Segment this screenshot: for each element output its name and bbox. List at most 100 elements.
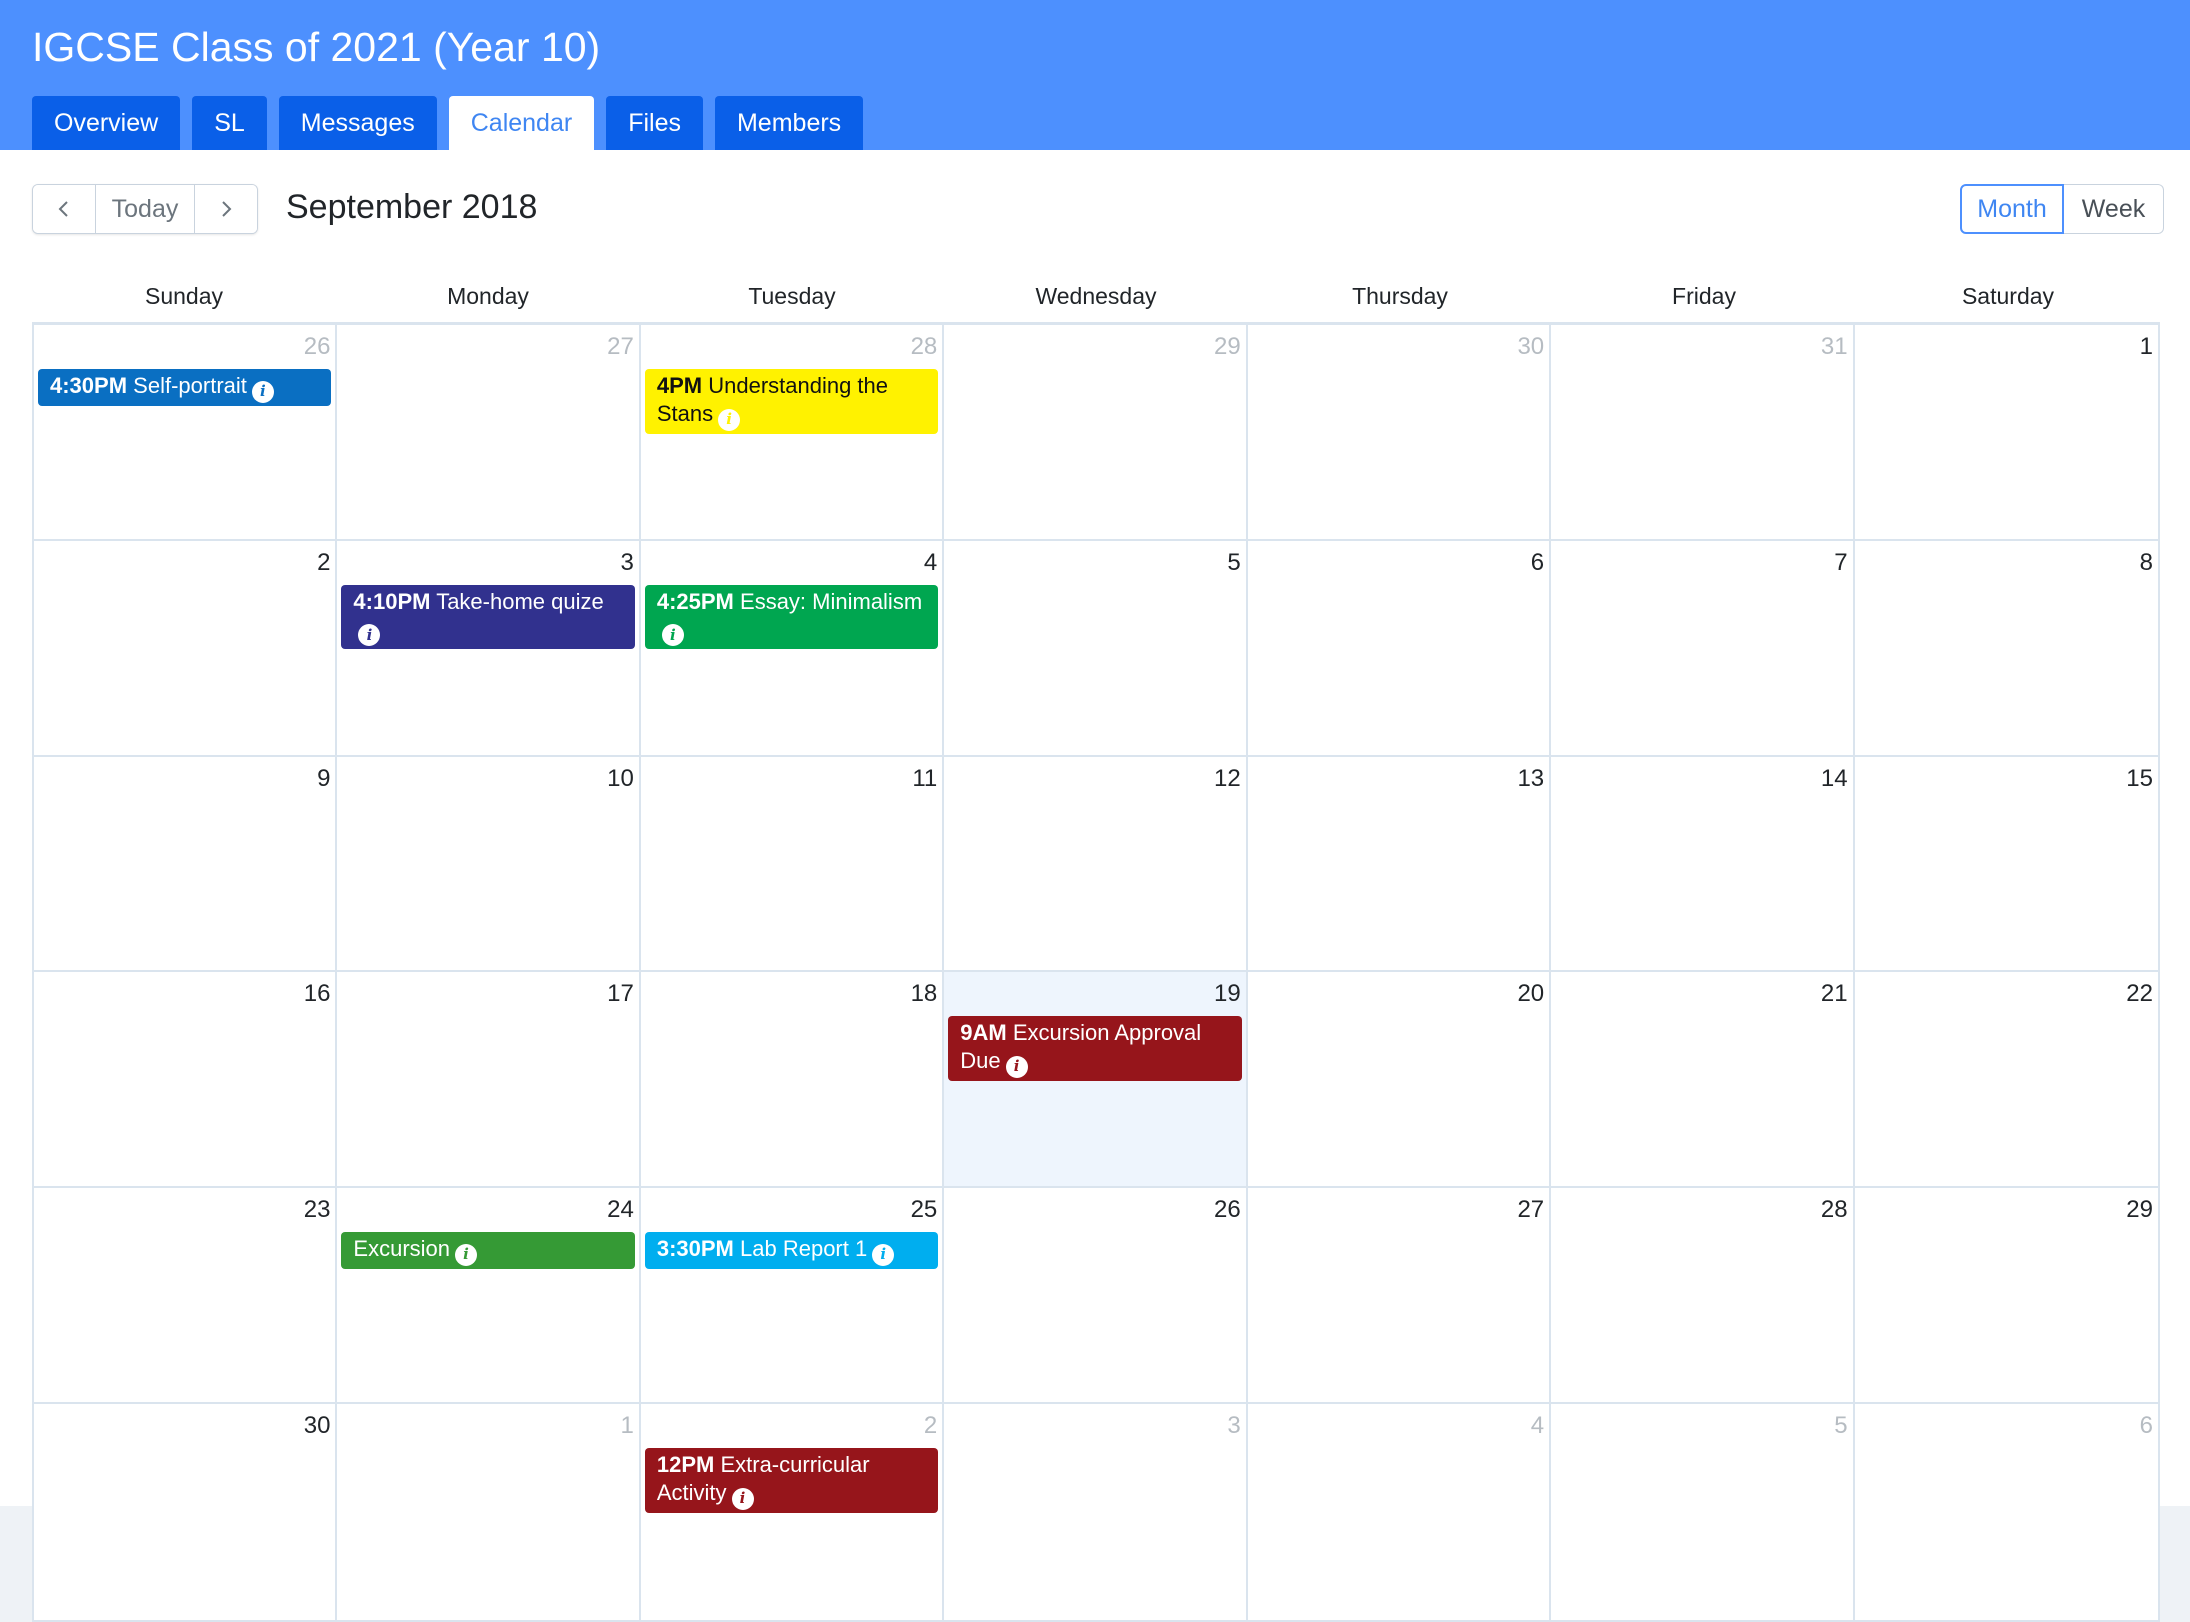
class-header: IGCSE Class of 2021 (Year 10) Overview S… [0,0,2190,150]
day-number: 27 [607,333,634,360]
calendar-event[interactable]: 4:10PM Take-home quize i [341,584,635,650]
day-number: 6 [2139,1412,2153,1440]
day-number: 29 [1214,333,1241,360]
info-icon[interactable]: i [872,1243,895,1266]
weekday-header: Sunday Monday Tuesday Wednesday Thursday… [32,272,2160,322]
day-cell[interactable]: 27 [337,325,641,541]
day-cell[interactable]: 3 [944,1404,1248,1620]
info-icon[interactable]: i [661,624,684,647]
event-title: Take-home quize [436,588,604,614]
next-month-button[interactable] [195,185,257,233]
day-number: 6 [1530,548,1545,576]
info-icon[interactable]: i [358,624,381,647]
day-cell[interactable]: 17 [337,972,641,1189]
day-cell[interactable]: 28 4PM Understanding the Stans i [640,325,945,541]
day-cell[interactable]: 1 [337,1404,641,1620]
day-cell[interactable]: 28 [1551,1188,1855,1405]
day-cell[interactable]: 6 [1854,1404,2158,1620]
day-cell[interactable]: 30 [34,1404,338,1620]
week-view-button[interactable]: Week [2064,184,2164,234]
calendar-event[interactable]: 4PM Understanding the Stans i [644,369,939,434]
prev-month-button[interactable] [33,185,95,233]
event-time: 12PM [656,1452,715,1478]
calendar-panel: Today September 2018 Month Week Sunday M… [0,150,2190,1622]
day-cell[interactable]: 11 [640,756,945,973]
month-grid: 26 4:30PM Self-portrait i 27 28 4PM Understan… [32,322,2160,1622]
calendar-event[interactable]: 12PM Extra-curricular Activity i [644,1448,939,1513]
day-cell[interactable]: 14 [1551,756,1855,973]
calendar-event[interactable]: 4:25PM Essay: Minimalism i [644,584,939,650]
day-cell[interactable]: 4 [1247,1404,1552,1620]
today-button[interactable]: Today [95,185,195,233]
day-cell[interactable]: 4 4:25PM Essay: Minimalism i [640,540,945,757]
day-cell[interactable]: 29 [944,325,1248,541]
info-icon[interactable]: i [251,380,274,403]
day-cell[interactable]: 5 [944,540,1248,757]
day-cell[interactable]: 26 [944,1188,1248,1405]
day-number: 15 [2126,764,2153,792]
weekday-label: Friday [1672,283,1736,309]
day-cell[interactable]: 15 [1854,756,2158,973]
calendar-event[interactable]: 4:30PM Self-portrait i [38,369,332,406]
calendar-event[interactable]: 3:30PM Lab Report 1i [644,1232,939,1269]
day-number: 7 [1834,548,1848,576]
day-cell[interactable]: 23 [34,1188,338,1405]
day-cell[interactable]: 8 [1854,540,2158,757]
event-time: 9AM [960,1020,1007,1046]
day-number: 3 [620,548,634,576]
day-cell[interactable]: 6 [1247,540,1552,757]
day-number: 28 [1820,1196,1848,1224]
day-number: 11 [912,764,938,792]
day-cell[interactable]: 3 4:10PM Take-home quize i [337,540,641,757]
class-tabs: Overview SL Messages Calendar Files Memb… [32,96,864,150]
day-cell[interactable]: 1 [1854,325,2158,541]
day-cell[interactable]: 24 Excursion i [337,1188,641,1405]
tab-files[interactable]: Files [606,96,703,150]
tab-sl[interactable]: SL [192,96,267,150]
day-cell[interactable]: 12 [944,756,1248,973]
day-number: 1 [620,1412,634,1440]
event-title: Essay: Minimalism [740,588,923,614]
day-cell[interactable]: 21 [1551,972,1855,1189]
day-number: 16 [303,980,331,1008]
day-cell[interactable]: 31 [1551,325,1855,541]
day-cell[interactable]: 16 [34,972,338,1189]
tab-calendar[interactable]: Calendar [448,96,595,150]
day-cell[interactable]: 2 12PM Extra-curricular Activity i [640,1404,945,1620]
day-number: 30 [303,1412,331,1440]
tab-members[interactable]: Members [714,96,864,150]
day-cell[interactable]: 18 [640,972,945,1189]
month-view-button[interactable]: Month [1960,184,2064,234]
info-icon[interactable]: i [455,1243,478,1266]
day-cell[interactable]: 10 [337,756,641,973]
day-number: 25 [910,1196,938,1224]
day-cell[interactable]: 27 [1247,1188,1552,1405]
day-number: 23 [303,1196,331,1224]
tab-overview[interactable]: Overview [32,96,181,150]
day-cell[interactable]: 26 4:30PM Self-portrait i [34,325,338,541]
day-number: 19 [1214,980,1241,1008]
weekday-label: Thursday [1352,283,1448,309]
info-icon[interactable]: i [718,408,741,431]
event-time: 4:30PM [50,373,128,398]
info-icon[interactable]: i [731,1487,754,1510]
day-number: 9 [317,764,331,792]
day-cell[interactable]: 22 [1854,972,2158,1189]
day-cell[interactable]: 29 [1854,1188,2158,1405]
day-cell[interactable]: 13 [1247,756,1552,973]
day-cell[interactable]: 19 9AM Excursion Approval Due i [944,972,1248,1189]
day-cell[interactable]: 20 [1247,972,1552,1189]
day-cell[interactable]: 30 [1247,325,1552,541]
day-cell[interactable]: 25 3:30PM Lab Report 1i [640,1188,945,1405]
day-cell[interactable]: 9 [34,756,338,973]
day-number: 2 [923,1412,938,1440]
day-cell[interactable]: 5 [1551,1404,1855,1620]
tab-messages[interactable]: Messages [278,96,437,150]
day-number: 5 [1834,1412,1848,1440]
info-icon[interactable]: i [1005,1055,1028,1078]
day-number: 1 [2139,333,2153,360]
calendar-event[interactable]: Excursion i [341,1232,635,1269]
day-cell[interactable]: 2 [34,540,338,757]
calendar-event[interactable]: 9AM Excursion Approval Due i [948,1016,1242,1081]
day-cell[interactable]: 7 [1551,540,1855,757]
